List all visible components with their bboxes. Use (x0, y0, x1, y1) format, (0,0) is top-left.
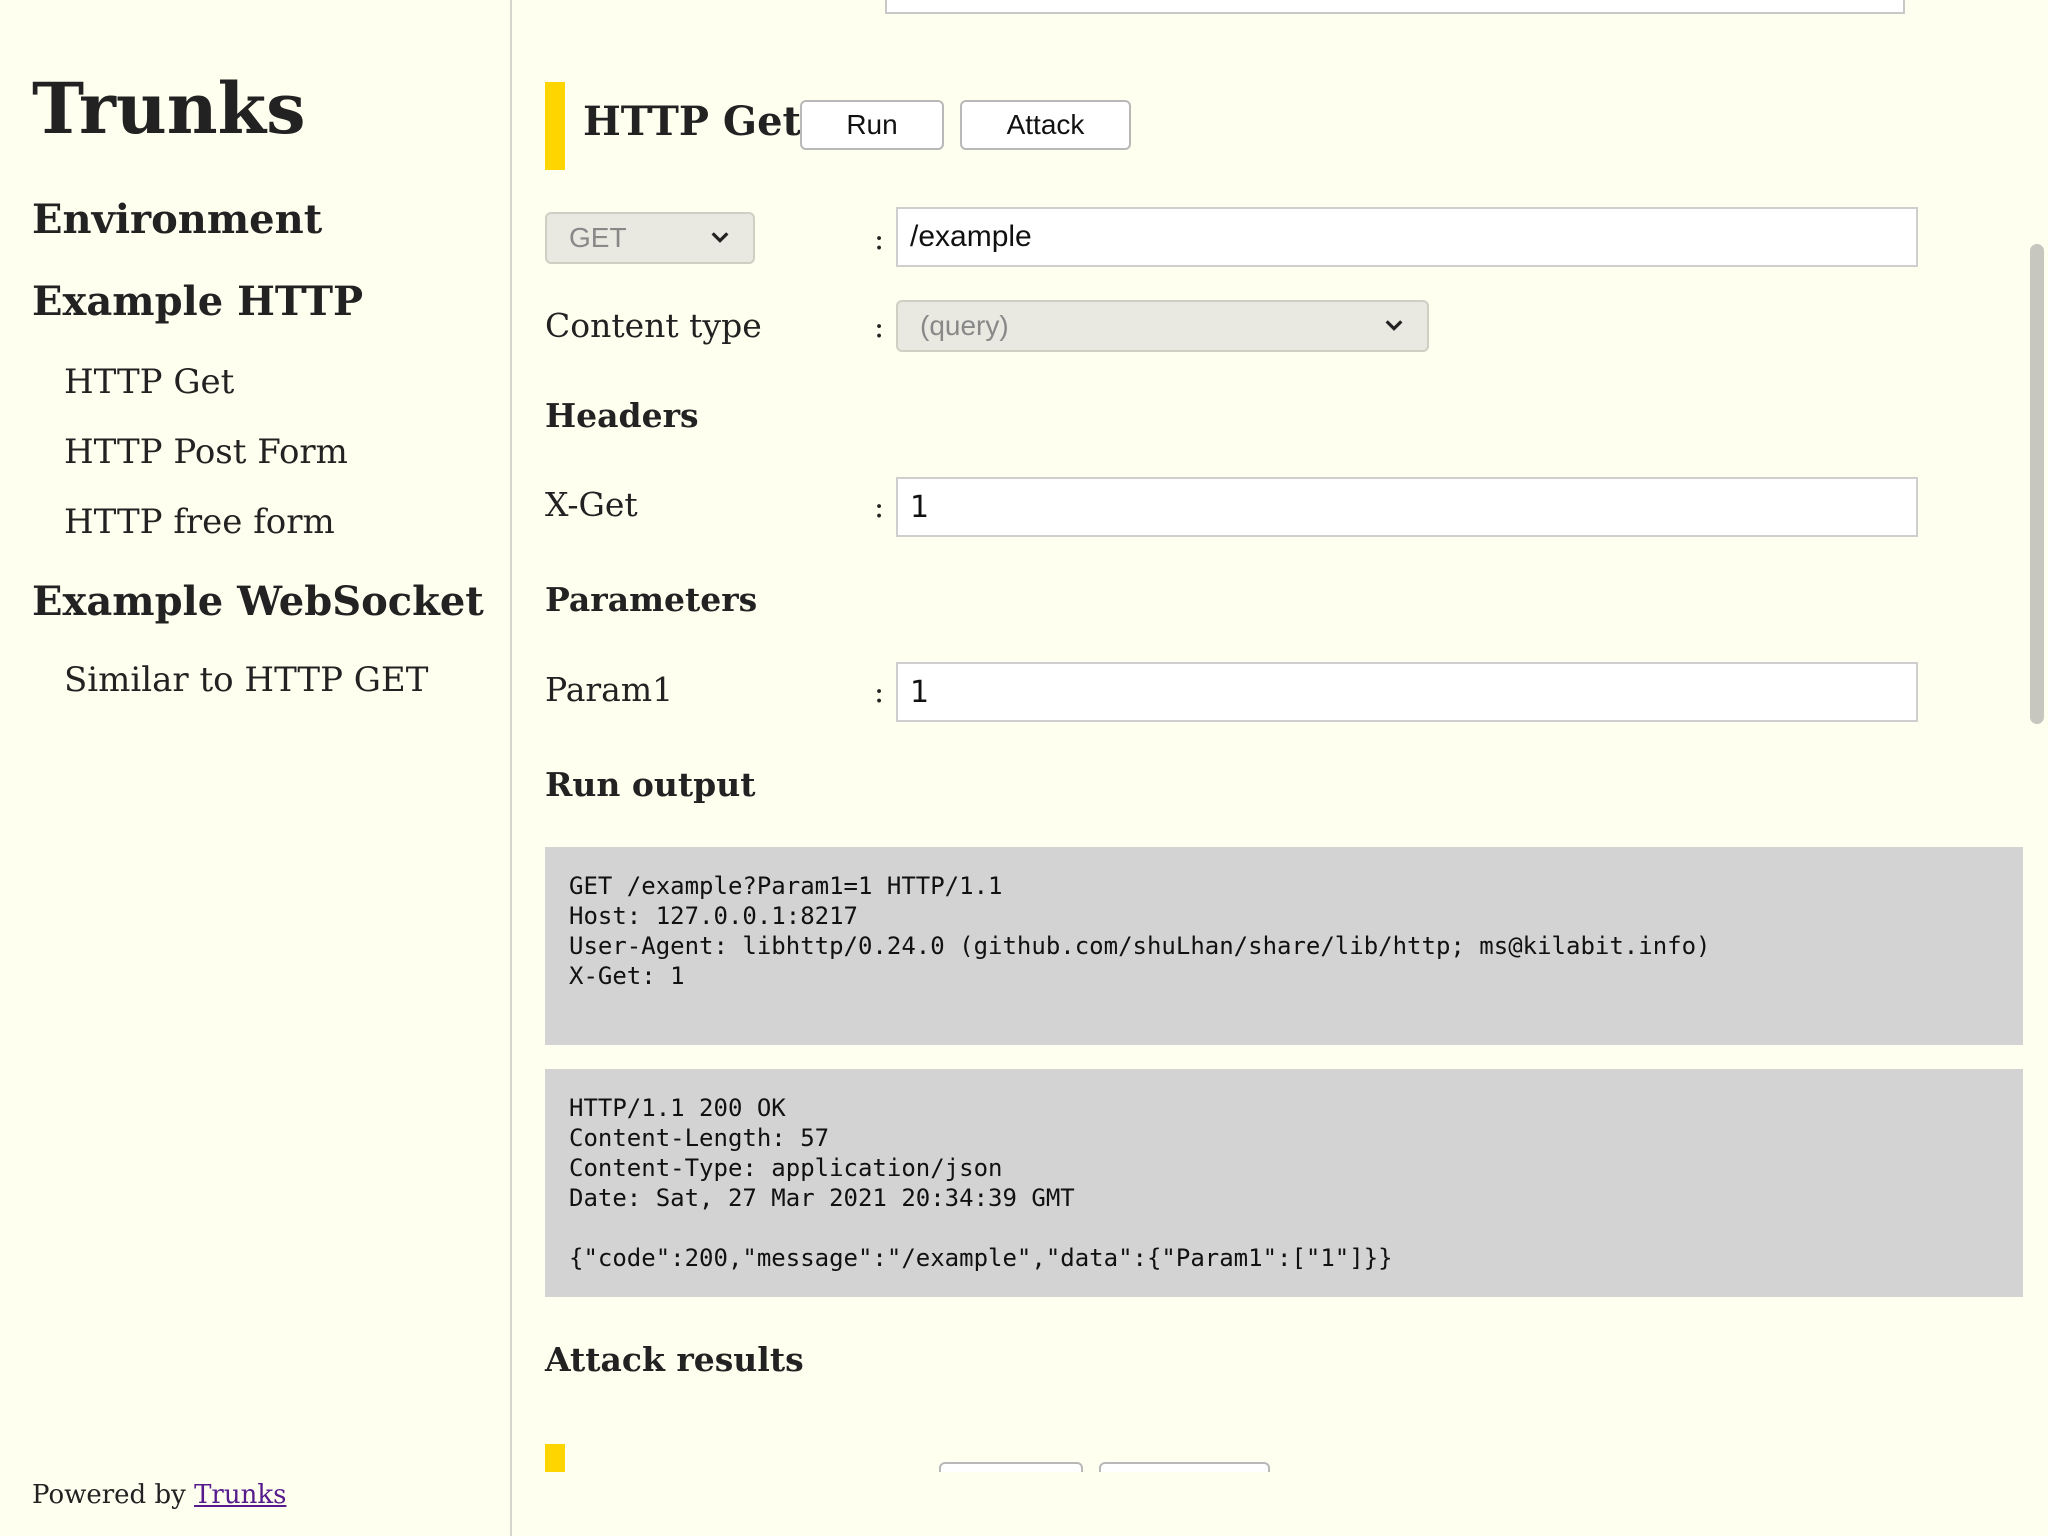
method-select-value: GET (569, 222, 627, 253)
main-content: HTTP Get Run Attack GET : Content type :… (513, 0, 2035, 1472)
parameters-heading: Parameters (545, 580, 758, 619)
param-colon: : (874, 675, 885, 710)
footer-trunks-link[interactable]: Trunks (194, 1480, 286, 1510)
attack-button[interactable]: Attack (960, 100, 1131, 150)
param-value-input[interactable] (896, 662, 1918, 722)
chevron-down-icon (711, 232, 729, 243)
request-accent-bar (545, 82, 565, 170)
chevron-down-icon (1385, 320, 1403, 331)
response-dump: HTTP/1.1 200 OK Content-Length: 57 Conte… (545, 1069, 2023, 1297)
param-key: Param1 (545, 670, 674, 709)
footer-prefix: Powered by (32, 1480, 195, 1510)
sidebar: Trunks Environment Example HTTP HTTP Get… (0, 0, 512, 1536)
content-type-colon: : (874, 310, 885, 345)
content-type-select[interactable]: (query) (896, 300, 1429, 352)
content-type-label: Content type (545, 306, 762, 345)
next-attack-button[interactable] (1099, 1462, 1270, 1472)
request-title: HTTP Get (583, 98, 801, 145)
previous-input-field[interactable] (885, 0, 1905, 14)
attack-results-heading: Attack results (545, 1340, 804, 1379)
nav-item-http-post-form[interactable]: HTTP Post Form (64, 432, 348, 472)
method-select[interactable]: GET (545, 212, 755, 264)
path-input[interactable] (896, 207, 1918, 267)
nav-item-http-get[interactable]: HTTP Get (64, 362, 234, 402)
header-colon: : (874, 490, 885, 525)
header-key: X-Get (545, 485, 638, 524)
nav-environment[interactable]: Environment (32, 196, 322, 243)
nav-item-similar-to-http-get[interactable]: Similar to HTTP GET (64, 660, 428, 700)
brand-title: Trunks (32, 67, 306, 150)
next-run-button[interactable] (939, 1462, 1083, 1472)
run-button[interactable]: Run (800, 100, 944, 150)
nav-group-example-websocket[interactable]: Example WebSocket (32, 578, 484, 625)
header-value-input[interactable] (896, 477, 1918, 537)
scrollbar-thumb[interactable] (2030, 244, 2044, 724)
nav-group-example-http[interactable]: Example HTTP (32, 278, 363, 325)
footer: Powered by Trunks (32, 1480, 286, 1510)
request-dump: GET /example?Param1=1 HTTP/1.1 Host: 127… (545, 847, 2023, 1045)
next-request-accent-bar (545, 1444, 565, 1472)
content-type-select-value: (query) (920, 310, 1009, 341)
headers-heading: Headers (545, 396, 699, 435)
nav-item-http-free-form[interactable]: HTTP free form (64, 502, 335, 542)
path-colon: : (874, 222, 885, 257)
run-output-heading: Run output (545, 765, 756, 804)
